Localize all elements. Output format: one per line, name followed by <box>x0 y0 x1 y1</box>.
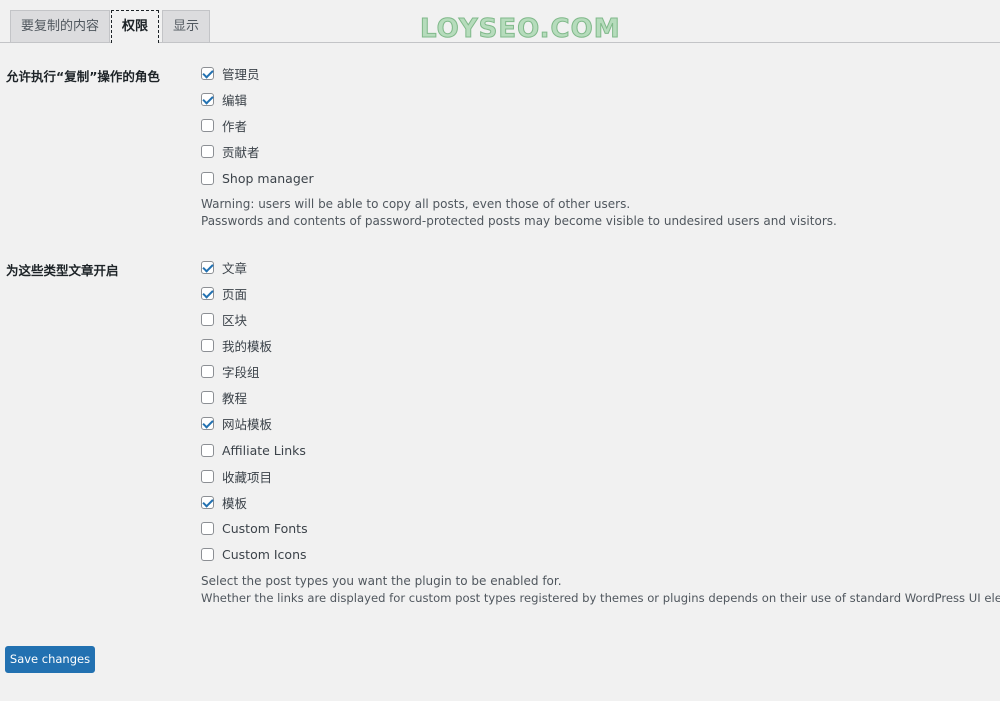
watermark: LOYSEO.COM <box>420 14 621 45</box>
post-types-description: Select the post types you want the plugi… <box>201 573 1000 607</box>
checkbox[interactable] <box>201 521 214 535</box>
roles-warning-line2: Passwords and contents of password-prote… <box>201 214 837 228</box>
type-site-templates[interactable]: 网站模板 <box>201 413 272 433</box>
type-post[interactable]: 文章 <box>201 257 247 277</box>
roles-warning-line1: Warning: users will be able to copy all … <box>201 197 631 211</box>
checkbox[interactable] <box>201 416 214 430</box>
role-contributor[interactable]: 贡献者 <box>201 141 260 161</box>
checkbox[interactable] <box>201 144 214 158</box>
tab-display[interactable]: 显示 <box>162 10 211 42</box>
roles-label: 允许执行“复制”操作的角色 <box>6 69 160 84</box>
type-field-groups[interactable]: 字段组 <box>201 361 260 381</box>
tab-content-to-copy[interactable]: 要复制的内容 <box>10 10 111 42</box>
checkbox[interactable] <box>201 312 214 326</box>
checkbox[interactable] <box>201 364 214 378</box>
checkbox[interactable] <box>201 171 214 185</box>
checkbox[interactable] <box>201 390 214 404</box>
post-types-desc-line1: Select the post types you want the plugi… <box>201 574 562 588</box>
type-templates[interactable]: 模板 <box>201 492 247 512</box>
type-custom-icons[interactable]: Custom Icons <box>201 544 307 564</box>
type-tutorials[interactable]: 教程 <box>201 387 247 407</box>
checkbox[interactable] <box>201 547 214 561</box>
role-administrator[interactable]: 管理员 <box>201 63 260 83</box>
type-affiliate-links[interactable]: Affiliate Links <box>201 440 306 460</box>
checkbox[interactable] <box>201 118 214 132</box>
type-custom-fonts[interactable]: Custom Fonts <box>201 518 308 538</box>
role-editor[interactable]: 编辑 <box>201 89 247 109</box>
checkbox[interactable] <box>201 92 214 106</box>
checkbox[interactable] <box>201 260 214 274</box>
save-changes-button[interactable]: Save changes <box>5 646 95 673</box>
checkbox[interactable] <box>201 495 214 509</box>
type-block[interactable]: 区块 <box>201 309 247 329</box>
checkbox[interactable] <box>201 286 214 300</box>
tab-permissions[interactable]: 权限 <box>111 10 160 43</box>
type-page[interactable]: 页面 <box>201 283 247 303</box>
checkbox[interactable] <box>201 469 214 483</box>
checkbox[interactable] <box>201 443 214 457</box>
type-my-templates[interactable]: 我的模板 <box>201 335 272 355</box>
checkbox[interactable] <box>201 66 214 80</box>
type-favorites[interactable]: 收藏项目 <box>201 466 272 486</box>
role-shop-manager[interactable]: Shop manager <box>201 168 314 188</box>
post-types-label: 为这些类型文章开启 <box>6 263 119 278</box>
checkbox[interactable] <box>201 338 214 352</box>
roles-description: Warning: users will be able to copy all … <box>201 196 837 230</box>
post-types-desc-line2: Whether the links are displayed for cust… <box>201 591 1000 605</box>
role-author[interactable]: 作者 <box>201 115 247 135</box>
